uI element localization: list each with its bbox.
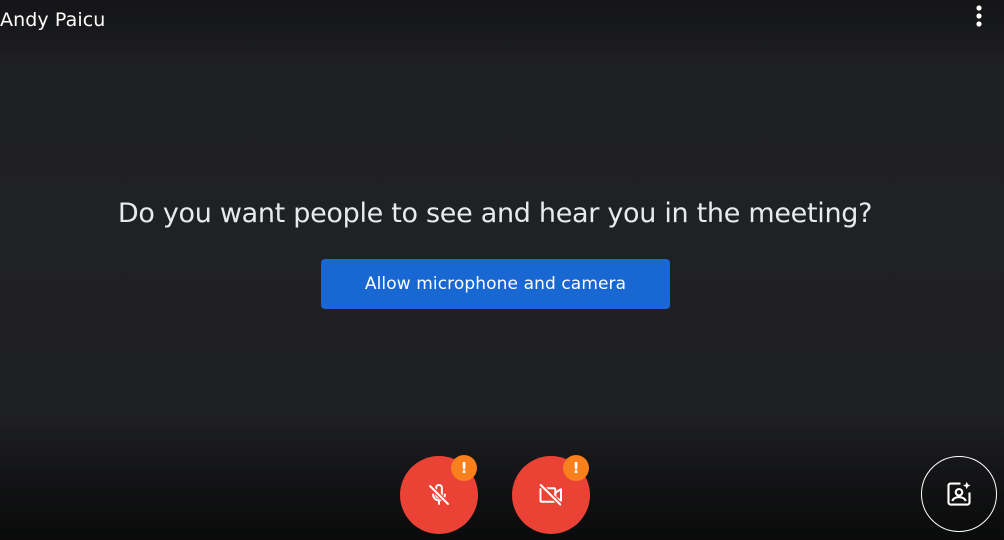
mic-off-icon [428,483,450,506]
meeting-preview: Andy Paicu Do you want people to see and… [0,0,1004,540]
participant-name: Andy Paicu [0,9,106,31]
visual-effects-icon [947,481,971,506]
more-vert-icon [976,5,982,27]
permission-question: Do you want people to see and hear you i… [117,198,873,229]
bottom-shade [0,420,1004,540]
visual-effects-button[interactable] [921,456,997,532]
videocam-off-icon [538,483,563,507]
more-options-button[interactable] [962,0,996,34]
microphone-toggle-button[interactable]: ! [400,455,478,534]
camera-toggle-button[interactable]: ! [512,455,590,534]
camera-warning-badge: ! [563,455,589,481]
allow-mic-camera-button[interactable]: Allow microphone and camera [321,259,670,309]
top-shade [0,0,1004,70]
mic-warning-badge: ! [451,455,477,481]
